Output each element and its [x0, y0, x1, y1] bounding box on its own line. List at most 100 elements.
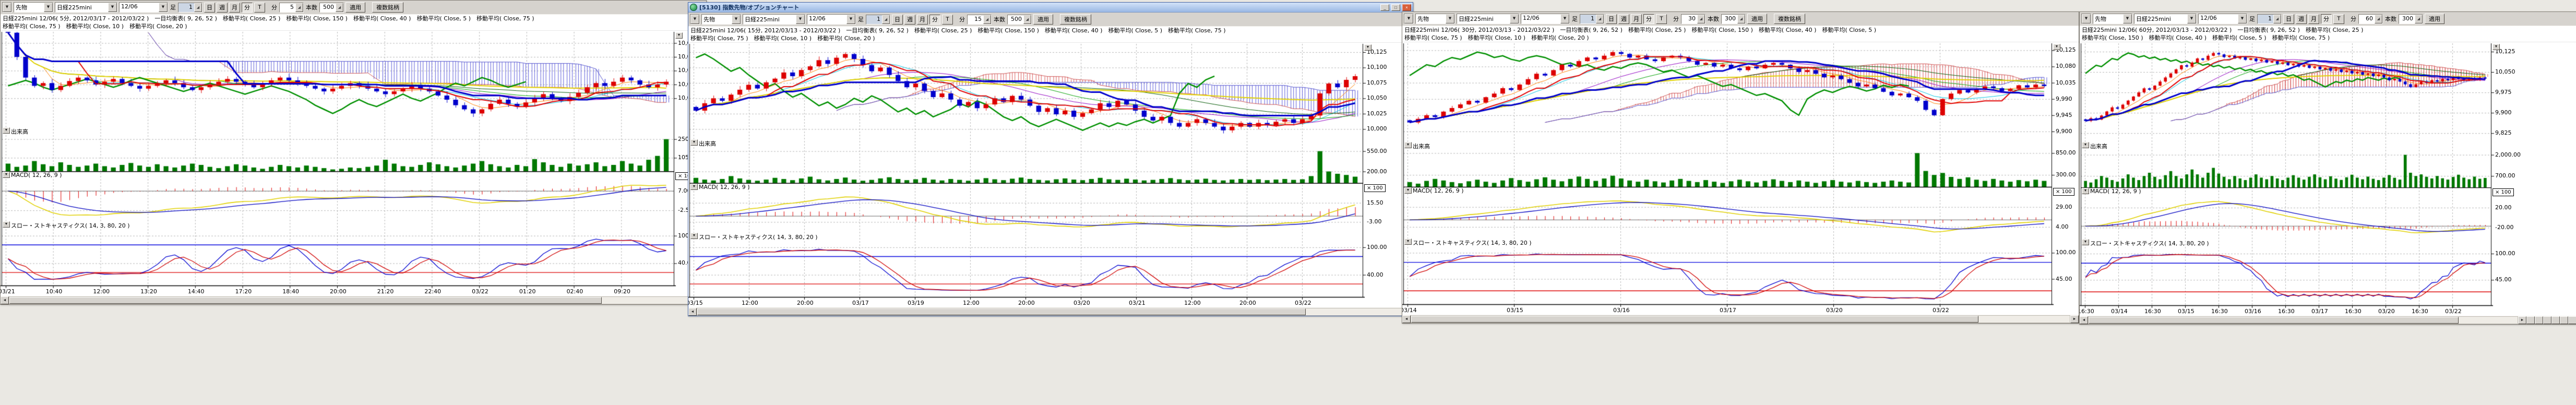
symbol-combo[interactable]: 日経225mini▼ — [1457, 14, 1519, 24]
minimize-button[interactable]: _ — [1380, 4, 1389, 11]
period-tick-button[interactable]: T — [254, 3, 265, 13]
collapse-stoch-icon[interactable]: ▼ — [1404, 239, 1412, 245]
symbol-combo[interactable]: 日経225mini▼ — [55, 2, 117, 13]
chart-tool-button[interactable] — [2535, 316, 2543, 324]
chevron-down-icon[interactable]: ▼ — [108, 3, 117, 12]
period-minute-button[interactable]: 分 — [2321, 14, 2332, 24]
collapse-macd-icon[interactable]: ▼ — [3, 172, 10, 178]
bar-count-spin[interactable]: 1◢ — [866, 15, 890, 25]
chart-options-icon[interactable]: ▼ — [2053, 44, 2060, 50]
chevron-down-icon[interactable]: ▼ — [2123, 14, 2132, 23]
period-day-button[interactable]: 日 — [1606, 14, 1617, 24]
spin-icon[interactable]: ◢ — [1737, 15, 1745, 23]
scroll-left-icon[interactable]: ◄ — [1, 296, 9, 304]
period-week-button[interactable]: 週 — [1618, 14, 1629, 24]
spin-icon[interactable]: ◢ — [882, 15, 890, 24]
spin-icon[interactable]: ◢ — [2375, 15, 2382, 23]
chart-area[interactable]: 10,08010,06010,04010,02010,000250.00105.… — [1, 31, 706, 296]
chevron-down-icon[interactable]: ▼ — [44, 3, 53, 12]
period-month-button[interactable]: 月 — [917, 15, 928, 25]
chart-tool-button[interactable] — [2560, 316, 2568, 324]
chart-options-icon[interactable]: ▼ — [1364, 44, 1372, 51]
chevron-down-icon[interactable]: ▼ — [159, 3, 168, 12]
minute-spin[interactable]: 5◢ — [279, 3, 304, 13]
collapse-volume-icon[interactable]: ▼ — [2082, 142, 2089, 148]
scroll-left-icon[interactable]: ◄ — [1402, 315, 1411, 323]
apply-button[interactable]: 適用 — [1747, 14, 1767, 24]
scroll-right-icon[interactable]: ► — [2518, 316, 2526, 324]
chart-area[interactable]: 10,12510,08010,0359,9909,9459,900850.003… — [1402, 42, 2079, 315]
period-day-button[interactable]: 日 — [204, 3, 215, 13]
apply-button[interactable]: 適用 — [345, 2, 365, 13]
contract-combo[interactable]: 12/06▼ — [119, 2, 168, 13]
chart-area[interactable]: 10,12510,10010,07510,05010,02510,000550.… — [688, 43, 1413, 307]
market-combo[interactable]: 先物▼ — [701, 14, 741, 25]
contract-combo[interactable]: 12/06▼ — [2198, 14, 2247, 24]
scroll-right-icon[interactable]: ► — [2070, 315, 2079, 323]
maximize-button[interactable]: □ — [1391, 4, 1400, 11]
spin-icon[interactable]: ◢ — [1596, 15, 1604, 23]
period-tick-button[interactable]: T — [1656, 14, 1667, 24]
contract-combo[interactable]: 12/06▼ — [807, 14, 856, 25]
spin-icon[interactable]: ◢ — [194, 3, 202, 12]
scrollbar-thumb[interactable] — [697, 308, 1306, 315]
bars-spin[interactable]: 300◢ — [1721, 14, 1746, 24]
period-day-button[interactable]: 日 — [2283, 14, 2294, 24]
minute-spin[interactable]: 15◢ — [967, 15, 992, 25]
spin-icon[interactable]: ◢ — [1697, 15, 1705, 23]
collapse-macd-icon[interactable]: ▼ — [1404, 187, 1412, 194]
market-combo[interactable]: 先物▼ — [1415, 14, 1455, 24]
bar-count-spin[interactable]: 1◢ — [178, 3, 202, 13]
mini-combo[interactable]: ▼ — [2, 2, 12, 13]
chevron-down-icon[interactable]: ▼ — [690, 15, 699, 24]
horizontal-scrollbar[interactable]: ◄► — [1, 296, 706, 304]
collapse-volume-icon[interactable]: ▼ — [1404, 142, 1412, 148]
horizontal-scrollbar[interactable]: ◄► — [688, 307, 1413, 316]
symbol-combo[interactable]: 日経225mini▼ — [743, 14, 805, 25]
horizontal-scrollbar[interactable]: ◄► — [2080, 316, 2576, 324]
chevron-down-icon[interactable]: ▼ — [1560, 14, 1569, 23]
bars-spin[interactable]: 500◢ — [1007, 15, 1032, 25]
period-minute-button[interactable]: 分 — [1643, 14, 1654, 24]
period-month-button[interactable]: 月 — [1631, 14, 1642, 24]
period-tick-button[interactable]: T — [942, 15, 953, 25]
mini-combo[interactable]: ▼ — [690, 14, 700, 25]
chevron-down-icon[interactable]: ▼ — [3, 3, 11, 12]
chevron-down-icon[interactable]: ▼ — [732, 15, 741, 24]
period-month-button[interactable]: 月 — [229, 3, 240, 13]
horizontal-scrollbar[interactable]: ◄► — [1402, 315, 2079, 323]
mini-combo[interactable]: ▼ — [1404, 14, 1414, 24]
spin-icon[interactable]: ◢ — [983, 15, 991, 24]
minute-spin[interactable]: 30◢ — [1681, 14, 1706, 24]
symbol-combo[interactable]: 日経225mini▼ — [2134, 14, 2197, 24]
market-combo[interactable]: 先物▼ — [14, 2, 53, 13]
period-day-button[interactable]: 日 — [892, 15, 903, 25]
collapse-macd-icon[interactable]: ▼ — [690, 184, 698, 190]
chart-tool-button[interactable] — [2543, 316, 2551, 324]
chevron-down-icon[interactable]: ▼ — [1404, 14, 1413, 23]
multi-symbol-button[interactable]: 複数銘柄 — [372, 2, 403, 13]
mini-combo[interactable]: ▼ — [2081, 14, 2091, 24]
scrollbar-thumb[interactable] — [1411, 316, 1978, 323]
scroll-left-icon[interactable]: ◄ — [688, 308, 697, 316]
chart-tool-button[interactable] — [2526, 316, 2535, 324]
collapse-stoch-icon[interactable]: ▼ — [3, 221, 10, 228]
contract-combo[interactable]: 12/06▼ — [1521, 14, 1570, 24]
period-week-button[interactable]: 週 — [904, 15, 915, 25]
close-button[interactable]: × — [1402, 4, 1411, 11]
chevron-down-icon[interactable]: ▼ — [1446, 14, 1454, 23]
collapse-volume-icon[interactable]: ▼ — [690, 139, 698, 146]
period-week-button[interactable]: 週 — [217, 3, 228, 13]
multi-symbol-button[interactable]: 複数銘柄 — [1774, 14, 1805, 24]
chevron-down-icon[interactable]: ▼ — [2082, 14, 2091, 23]
period-minute-button[interactable]: 分 — [242, 3, 253, 13]
chevron-down-icon[interactable]: ▼ — [1510, 14, 1519, 23]
spin-icon[interactable]: ◢ — [336, 3, 343, 12]
period-month-button[interactable]: 月 — [2308, 14, 2319, 24]
multi-symbol-button[interactable]: 複数銘柄 — [1060, 14, 1091, 25]
bars-spin[interactable]: 300◢ — [2399, 14, 2423, 24]
chevron-down-icon[interactable]: ▼ — [2238, 14, 2247, 23]
bar-count-spin[interactable]: 1◢ — [2257, 14, 2282, 24]
collapse-stoch-icon[interactable]: ▼ — [2082, 239, 2089, 245]
price-chart-canvas[interactable] — [688, 43, 1413, 307]
